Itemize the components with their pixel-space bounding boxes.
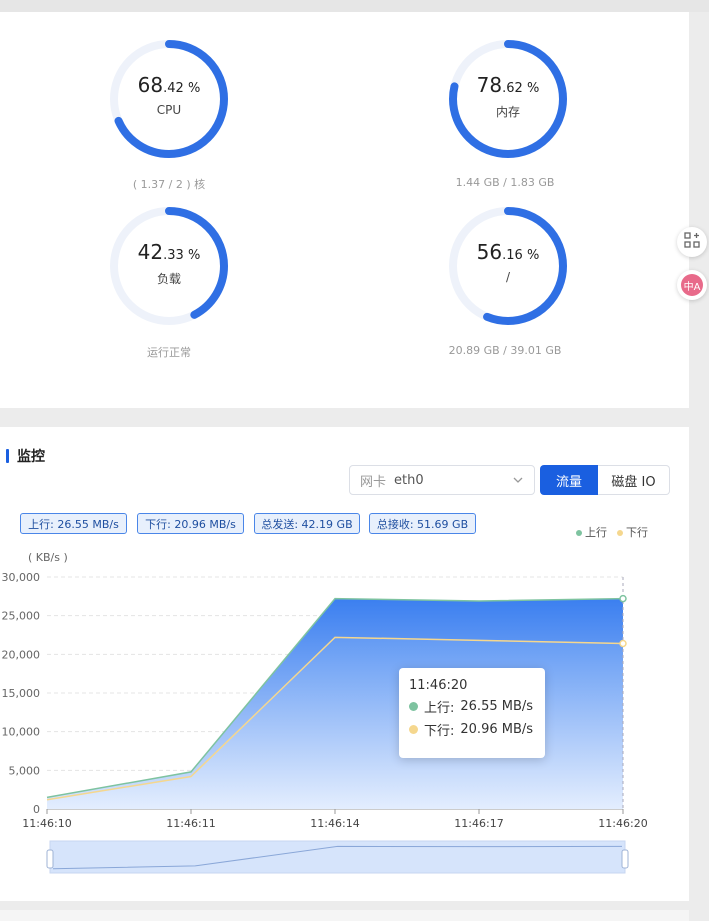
disk-subtext: 20.89 GB / 39.01 GB bbox=[448, 344, 562, 357]
cpu-label: CPU bbox=[156, 103, 182, 117]
data-point-down[interactable] bbox=[619, 639, 627, 648]
disk-gauge-ring bbox=[449, 207, 567, 325]
load-value: 42.33 % bbox=[137, 240, 201, 264]
data-point-up[interactable] bbox=[619, 594, 627, 603]
load-subtext: 运行正常 bbox=[147, 346, 191, 359]
translate-button[interactable]: 中A bbox=[677, 270, 707, 300]
y-tick-label: 15,000 bbox=[2, 687, 41, 700]
x-tick-label: 11:46:17 bbox=[454, 817, 503, 830]
zoom-handle-right[interactable] bbox=[621, 849, 629, 869]
load-label: 负载 bbox=[156, 272, 181, 286]
memory-gauge[interactable]: 78.62 % 内存 bbox=[446, 37, 570, 161]
tab-disk-io[interactable]: 磁盘 IO bbox=[598, 465, 670, 495]
upload-rate-tag: 上行: 26.55 MB/s bbox=[20, 513, 127, 534]
load-gauge-ring bbox=[110, 207, 228, 325]
x-tick-label: 11:46:20 bbox=[598, 817, 647, 830]
cpu-gauge-ring bbox=[110, 40, 228, 158]
chart-tooltip: 11:46:20 上行: 26.55 MB/s 下行: 20.96 MB/s bbox=[399, 668, 545, 758]
y-tick-label: 10,000 bbox=[2, 726, 41, 739]
tooltip-time: 11:46:20 bbox=[409, 678, 468, 693]
apps-add-button[interactable] bbox=[677, 227, 707, 257]
monitor-title-text: 监控 bbox=[17, 449, 45, 465]
legend-down-label: 下行 bbox=[626, 526, 648, 539]
disk-value: 56.16 % bbox=[476, 240, 540, 264]
y-axis-label: ( KB/s ) bbox=[28, 551, 68, 564]
tooltip-up-label: 上行: bbox=[424, 701, 455, 716]
tooltip-down-value: 20.96 MB/s bbox=[460, 722, 534, 737]
legend-item-up[interactable]: 上行 bbox=[576, 524, 607, 540]
chart-legend[interactable]: 上行 下行 bbox=[576, 524, 648, 540]
cpu-value: 68.42 % bbox=[137, 73, 201, 97]
memory-label: 内存 bbox=[495, 105, 520, 119]
y-tick-label: 0 bbox=[33, 803, 40, 816]
x-tick-label: 11:46:11 bbox=[166, 817, 215, 830]
load-gauge[interactable]: 42.33 % 负载 bbox=[107, 204, 231, 328]
nic-select[interactable]: 网卡 eth0 bbox=[349, 465, 535, 495]
legend-up-label: 上行 bbox=[585, 526, 607, 539]
traffic-chart[interactable]: ( KB/s ) 0 5,000 10,000 15,000 20,000 25,000 3… bbox=[0, 545, 660, 880]
cpu-subtext: ( 1.37 / 2 ) 核 bbox=[132, 178, 206, 191]
total-sent-tag: 总发送: 42.19 GB bbox=[254, 513, 360, 534]
cpu-gauge[interactable]: 68.42 % CPU bbox=[107, 37, 231, 161]
apps-add-icon bbox=[684, 232, 700, 252]
chevron-down-icon bbox=[512, 474, 524, 490]
y-tick-label: 20,000 bbox=[2, 648, 41, 661]
total-received-tag: 总接收: 51.69 GB bbox=[369, 513, 476, 534]
tooltip-down-label: 下行: bbox=[424, 724, 455, 739]
monitor-title: 监控 bbox=[6, 446, 45, 466]
nic-select-value: eth0 bbox=[394, 472, 424, 488]
memory-value: 78.62 % bbox=[476, 73, 540, 97]
y-tick-label: 30,000 bbox=[2, 571, 41, 584]
x-tick-label: 11:46:10 bbox=[22, 817, 71, 830]
zoom-handle-left[interactable] bbox=[46, 849, 54, 869]
legend-item-down[interactable]: 下行 bbox=[617, 524, 648, 540]
tooltip-up-value: 26.55 MB/s bbox=[460, 699, 534, 714]
memory-gauge-ring bbox=[449, 40, 567, 158]
top-bar bbox=[0, 0, 709, 12]
tab-traffic[interactable]: 流量 bbox=[540, 465, 598, 495]
disk-label: / bbox=[505, 270, 511, 284]
y-tick-label: 25,000 bbox=[2, 610, 41, 623]
translate-icon: 中A bbox=[681, 274, 703, 296]
zoom-slider-track[interactable] bbox=[49, 840, 626, 874]
disk-gauge[interactable]: 56.16 % / bbox=[446, 204, 570, 328]
y-tick-label: 5,000 bbox=[9, 764, 41, 777]
zoom-slider[interactable] bbox=[46, 840, 629, 874]
nic-select-prefix: 网卡 bbox=[360, 474, 387, 490]
download-rate-tag: 下行: 20.96 MB/s bbox=[137, 513, 244, 534]
x-tick-label: 11:46:14 bbox=[310, 817, 359, 830]
memory-subtext: 1.44 GB / 1.83 GB bbox=[455, 176, 555, 189]
bottom-strip bbox=[0, 910, 689, 921]
